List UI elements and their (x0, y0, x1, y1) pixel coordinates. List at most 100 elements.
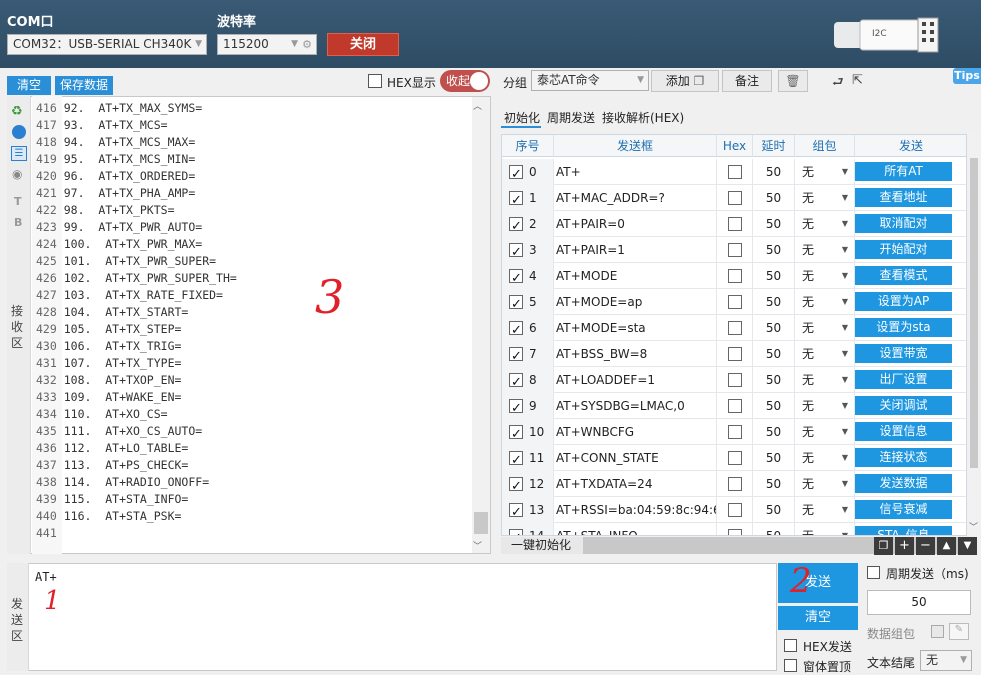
row-command-input[interactable]: AT+MODE=sta (554, 315, 717, 341)
row-enable-checkbox[interactable] (509, 214, 523, 240)
row-enable-checkbox[interactable] (509, 240, 523, 266)
row-hex-checkbox[interactable] (728, 373, 742, 387)
row-pack-select[interactable]: 无 ▼ (795, 445, 855, 471)
row-delay[interactable]: 50 (753, 315, 795, 341)
row-command-input[interactable]: AT+PAIR=1 (554, 237, 717, 263)
row-hex-checkbox[interactable] (728, 321, 742, 335)
edit-icon[interactable]: ✎ (949, 623, 969, 640)
save-data-button[interactable]: 保存数据 (55, 76, 113, 95)
row-send-button[interactable]: 出厂设置 (855, 370, 952, 389)
row-send-button[interactable]: 设置为sta (855, 318, 952, 337)
row-command-input[interactable]: AT+MODE (554, 263, 717, 289)
row-send-button[interactable]: 关闭调试 (855, 396, 952, 415)
recycle-icon[interactable]: ♻ (11, 104, 23, 119)
row-command-input[interactable]: AT+WNBCFG (554, 419, 717, 445)
row-delay[interactable]: 50 (753, 185, 795, 211)
row-send-button[interactable]: 查看模式 (855, 266, 952, 285)
bold-b-icon[interactable]: B (14, 216, 22, 229)
export-icon[interactable]: ⇱ (852, 73, 863, 88)
row-enable-checkbox[interactable] (509, 162, 523, 188)
packet-checkbox[interactable] (931, 625, 944, 638)
row-command-input[interactable]: AT+PAIR=0 (554, 211, 717, 237)
row-send-button[interactable]: 发送数据 (855, 474, 952, 493)
row-hex-checkbox[interactable] (728, 529, 742, 535)
row-enable-checkbox[interactable] (509, 526, 523, 535)
row-send-button[interactable]: 设置带宽 (855, 344, 952, 363)
row-send-button[interactable]: 连接状态 (855, 448, 952, 467)
collapse-toggle[interactable]: 收起 (440, 70, 490, 92)
row-hex-checkbox[interactable] (728, 347, 742, 361)
send-input[interactable]: AT+ (35, 570, 57, 584)
remove-row-icon[interactable]: − (916, 537, 935, 555)
row-send-button[interactable]: 信号衰减 (855, 500, 952, 519)
row-enable-checkbox[interactable] (509, 188, 523, 214)
row-pack-select[interactable]: 无 ▼ (795, 237, 855, 263)
row-pack-select[interactable]: 无 ▼ (795, 497, 855, 523)
close-port-button[interactable]: 关闭 (327, 33, 399, 56)
scroll-thumb[interactable] (970, 158, 978, 468)
row-delay[interactable]: 50 (753, 159, 795, 185)
group-select[interactable]: 泰芯AT命令 ▼ (531, 70, 649, 91)
list-icon[interactable]: ☰ (11, 146, 27, 161)
hex-display-checkbox[interactable] (368, 74, 382, 88)
hex-send-checkbox[interactable] (784, 639, 797, 652)
row-delay[interactable]: 50 (753, 445, 795, 471)
row-pack-select[interactable]: 无 ▼ (795, 367, 855, 393)
row-hex-checkbox[interactable] (728, 269, 742, 283)
row-send-button[interactable]: 设置为AP (855, 292, 952, 311)
row-enable-checkbox[interactable] (509, 396, 523, 422)
row-hex-checkbox[interactable] (728, 191, 742, 205)
baud-select[interactable]: 115200 ▼ ⚙ (217, 34, 317, 55)
row-send-button[interactable]: 设置信息 (855, 422, 952, 441)
trash-icon[interactable]: 🗑 (778, 70, 808, 92)
import-icon[interactable]: ⮐ (832, 73, 844, 95)
tips-button[interactable]: Tips (953, 68, 981, 84)
row-pack-select[interactable]: 无 ▼ (795, 471, 855, 497)
row-hex-checkbox[interactable] (728, 503, 742, 517)
note-button[interactable]: 备注 (722, 70, 772, 92)
row-pack-select[interactable]: 无 ▼ (795, 289, 855, 315)
row-delay[interactable]: 50 (753, 237, 795, 263)
row-send-button[interactable]: STA_信息 (855, 526, 952, 535)
row-command-input[interactable]: AT+LOADDEF=1 (554, 367, 717, 393)
row-send-button[interactable]: 取消配对 (855, 214, 952, 233)
row-pack-select[interactable]: 无 ▼ (795, 393, 855, 419)
row-hex-checkbox[interactable] (728, 399, 742, 413)
tab-parse-hex[interactable]: 接收解析(HEX) (602, 109, 684, 126)
row-pack-select[interactable]: 无 ▼ (795, 419, 855, 445)
row-hex-checkbox[interactable] (728, 295, 742, 309)
row-enable-checkbox[interactable] (509, 422, 523, 448)
row-delay[interactable]: 50 (753, 289, 795, 315)
pin-window-checkbox[interactable] (784, 659, 797, 672)
row-delay[interactable]: 50 (753, 341, 795, 367)
clear-recv-button[interactable]: 清空 (7, 76, 51, 95)
row-command-input[interactable]: AT+MODE=ap (554, 289, 717, 315)
text-t-icon[interactable]: T (14, 195, 22, 208)
row-command-input[interactable]: AT+SYSDBG=LMAC,0 (554, 393, 717, 419)
row-pack-select[interactable]: 无 ▼ (795, 315, 855, 341)
period-input[interactable]: 50 (867, 590, 971, 615)
row-command-input[interactable]: AT+RSSI=ba:04:59:8c:94:68 (554, 497, 717, 523)
row-delay[interactable]: 50 (753, 211, 795, 237)
move-down-icon[interactable]: ▼ (958, 537, 977, 555)
add-row-icon[interactable]: + (895, 537, 914, 555)
row-command-input[interactable]: AT+MAC_ADDR=? (554, 185, 717, 211)
copy-row-icon[interactable]: ❐ (874, 537, 893, 555)
tab-periodic[interactable]: 周期发送 (547, 109, 595, 126)
row-enable-checkbox[interactable] (509, 448, 523, 474)
row-enable-checkbox[interactable] (509, 318, 523, 344)
row-enable-checkbox[interactable] (509, 344, 523, 370)
row-delay[interactable]: 50 (753, 497, 795, 523)
row-pack-select[interactable]: 无 ▼ (795, 341, 855, 367)
row-send-button[interactable]: 所有AT (855, 162, 952, 181)
row-command-input[interactable]: AT+TXDATA=24 (554, 471, 717, 497)
row-command-input[interactable]: AT+ (554, 159, 717, 185)
row-enable-checkbox[interactable] (509, 292, 523, 318)
row-delay[interactable]: 50 (753, 263, 795, 289)
init-all-button[interactable]: 一键初始化 (501, 537, 583, 554)
move-up-icon[interactable]: ▲ (937, 537, 956, 555)
clock-icon[interactable] (12, 125, 26, 139)
port-select[interactable]: COM32：USB-SERIAL CH340K ▼ (7, 34, 207, 55)
row-send-button[interactable]: 开始配对 (855, 240, 952, 259)
scroll-thumb[interactable] (474, 512, 488, 534)
